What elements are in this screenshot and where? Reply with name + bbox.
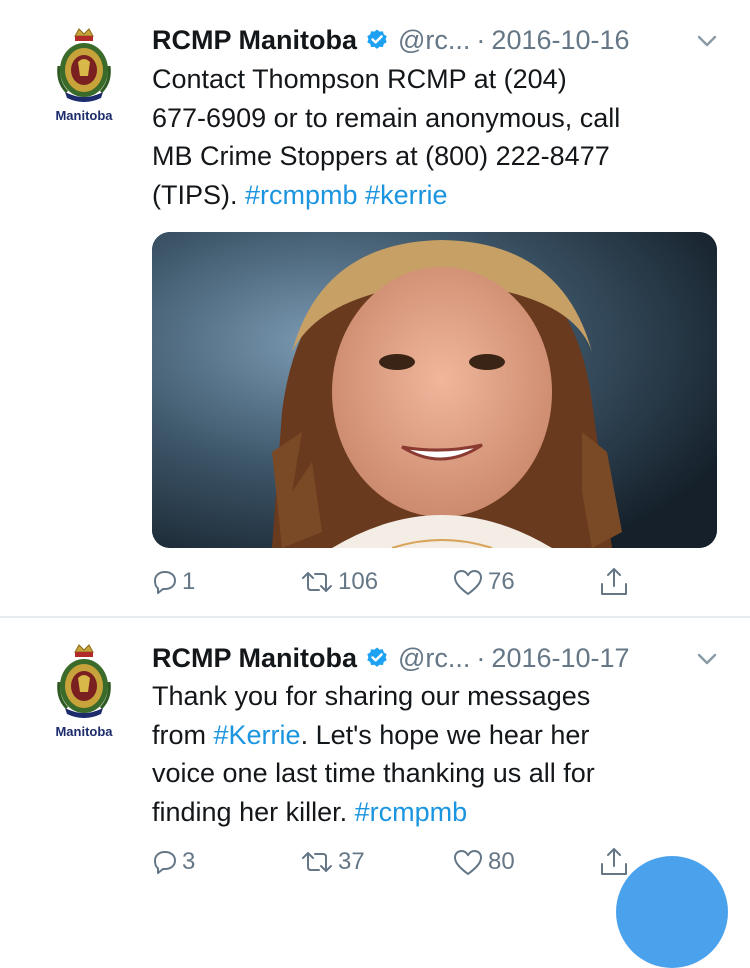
text-segment: MB Crime Stoppers at (800) 222-8477 [152, 141, 610, 171]
rcmp-crest-icon [57, 28, 111, 102]
reply-button[interactable]: 1 [152, 562, 195, 602]
text-line: 677-6909 or to remain anonymous, call [152, 99, 732, 138]
tweet-header: RCMP Manitoba @rc... · 2016-10-16 [152, 20, 630, 60]
heart-icon [454, 570, 482, 595]
avatar[interactable]: Manitoba [44, 642, 124, 752]
tweet-date[interactable]: 2016-10-16 [491, 25, 629, 56]
share-icon [601, 848, 627, 875]
tweet-header: RCMP Manitoba @rc... · 2016-10-17 [152, 638, 630, 678]
text-segment [358, 180, 366, 210]
heart-icon [454, 850, 482, 875]
verified-badge-icon [367, 647, 387, 667]
tweet-text: Contact Thompson RCMP at (204) 677-6909 … [152, 60, 732, 214]
tweet-photo[interactable] [152, 232, 717, 548]
author-name[interactable]: RCMP Manitoba [152, 25, 357, 56]
meta-separator: · [476, 24, 486, 55]
hashtag-link[interactable]: #kerrie [365, 180, 448, 210]
hashtag-link[interactable]: #rcmpmb [355, 797, 468, 827]
retweet-count: 37 [338, 848, 365, 875]
tweet-2[interactable]: Manitoba RCMP Manitoba @rc... · 2016-10-… [0, 618, 750, 894]
like-button[interactable]: 80 [452, 842, 515, 882]
reply-count: 3 [182, 848, 196, 875]
text-line: from #Kerrie. Let's hope we hear her [152, 716, 732, 755]
author-handle[interactable]: @rc... [398, 643, 470, 674]
reply-count: 1 [182, 568, 196, 595]
chevron-down-icon[interactable] [693, 27, 721, 55]
retweet-button[interactable]: 106 [300, 562, 378, 602]
reply-icon [154, 571, 176, 594]
share-button[interactable] [598, 562, 630, 602]
share-icon [601, 568, 627, 595]
text-segment: from [152, 719, 214, 750]
retweet-count: 106 [338, 568, 379, 595]
compose-fab[interactable] [616, 856, 728, 968]
text-segment: Thank you for sharing our messages [152, 681, 591, 711]
tweet-date[interactable]: 2016-10-17 [491, 643, 629, 674]
rcmp-crest-icon [57, 644, 111, 718]
retweet-button[interactable]: 37 [300, 842, 365, 882]
hashtag-link[interactable]: #Kerrie [214, 720, 301, 750]
portrait-photo [152, 232, 717, 548]
text-line: Contact Thompson RCMP at (204) [152, 60, 732, 99]
tweet-text: Thank you for sharing our messages from … [152, 677, 732, 831]
text-line: voice one last time thanking us all for [152, 754, 732, 793]
avatar[interactable]: Manitoba [44, 26, 124, 136]
text-segment: Contact Thompson RCMP at (204) [152, 64, 567, 94]
text-segment: 677-6909 or to remain anonymous, call [152, 102, 621, 133]
reply-icon [154, 851, 176, 874]
tweet-1[interactable]: Manitoba RCMP Manitoba @rc... · 2016-10-… [0, 0, 750, 617]
author-handle[interactable]: @rc... [398, 25, 470, 56]
chevron-down-icon[interactable] [693, 645, 721, 673]
verified-badge-icon [367, 29, 387, 49]
retweet-icon [302, 852, 332, 872]
text-segment: voice one last time thanking us all for [152, 758, 595, 788]
text-line: finding her killer. #rcmpmb [152, 793, 732, 832]
text-line: MB Crime Stoppers at (800) 222-8477 [152, 137, 732, 176]
like-count: 80 [488, 848, 515, 875]
retweet-icon [302, 572, 332, 592]
hashtag-link[interactable]: #rcmpmb [245, 180, 358, 210]
tweet-actions: 1 106 76 [152, 562, 712, 602]
like-count: 76 [488, 568, 515, 595]
avatar-label: Manitoba [55, 724, 113, 739]
text-line: (TIPS). #rcmpmb #kerrie [152, 176, 732, 215]
share-button[interactable] [598, 842, 630, 882]
reply-button[interactable]: 3 [152, 842, 195, 882]
text-segment: finding her killer. [152, 796, 355, 827]
meta-separator: · [476, 642, 486, 673]
like-button[interactable]: 76 [452, 562, 515, 602]
text-segment: . Let's hope we hear her [300, 719, 590, 750]
avatar-label: Manitoba [55, 108, 113, 123]
author-name[interactable]: RCMP Manitoba [152, 643, 357, 674]
text-segment: (TIPS). [152, 179, 245, 210]
text-line: Thank you for sharing our messages [152, 677, 732, 716]
